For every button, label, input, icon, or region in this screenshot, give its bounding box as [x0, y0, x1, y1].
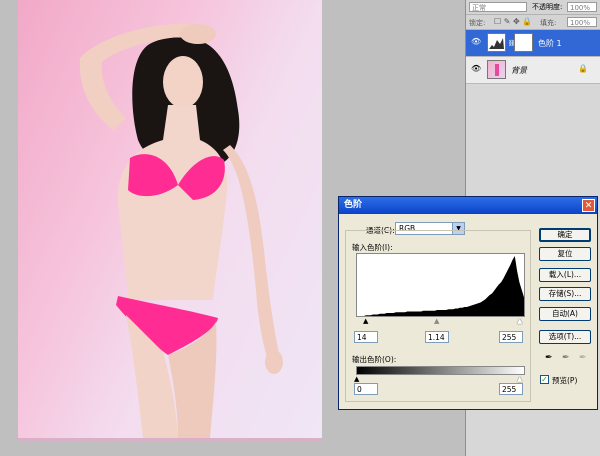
output-white-field[interactable]: 255: [499, 383, 523, 395]
options-button[interactable]: 选项(T)...: [539, 330, 591, 344]
close-button[interactable]: ✕: [582, 199, 595, 212]
mask-thumbnail[interactable]: [514, 33, 533, 52]
preview-label: 预览(P): [552, 376, 578, 385]
load-button[interactable]: 载入(L)...: [539, 268, 591, 282]
reset-button[interactable]: 复位: [539, 247, 591, 261]
output-gradient: [356, 366, 525, 375]
eye-icon[interactable]: 👁: [471, 38, 481, 46]
input-black-field[interactable]: 14: [354, 331, 378, 343]
blend-row: 正常 不透明度: 100%: [466, 0, 600, 15]
document-photo[interactable]: [18, 0, 322, 438]
adjustment-thumbnail: [487, 33, 506, 52]
fill-label: 填充:: [540, 19, 557, 27]
histogram-graph: [357, 256, 524, 316]
model-photo: [79, 23, 283, 438]
output-black-field[interactable]: 0: [354, 383, 378, 395]
levels-dialog: 色阶 ✕ 通道(C): RGB ▼ 输入色阶(I): ▲ ▲ ▲ 14 1.14…: [338, 196, 598, 410]
lock-icon: 🔒: [578, 64, 588, 73]
input-slider-track[interactable]: ▲ ▲ ▲: [356, 317, 525, 326]
opacity-label: 不透明度:: [532, 3, 563, 11]
histogram: [356, 253, 525, 317]
canvas-edge: [18, 438, 322, 442]
background-thumbnail: [487, 60, 506, 79]
output-black-slider[interactable]: ▲: [354, 375, 359, 383]
input-white-field[interactable]: 255: [499, 331, 523, 343]
histogram-area: [357, 256, 524, 316]
lock-icons[interactable]: ☐ ✎ ✥ 🔒: [494, 17, 532, 26]
layer-name[interactable]: 背景: [511, 65, 527, 76]
ok-button[interactable]: 确定: [539, 228, 591, 242]
blend-mode-select[interactable]: 正常: [469, 2, 527, 12]
white-eyedropper-icon[interactable]: ✒: [579, 353, 587, 363]
dialog-titlebar[interactable]: 色阶 ✕: [339, 197, 597, 214]
input-gamma-field[interactable]: 1.14: [425, 331, 449, 343]
eye-icon[interactable]: 👁: [471, 65, 481, 73]
output-levels-label: 输出色阶(O):: [352, 355, 397, 364]
opacity-field[interactable]: 100%: [567, 2, 597, 12]
fill-field[interactable]: 100%: [567, 17, 597, 27]
layer-name[interactable]: 色阶 1: [538, 38, 562, 49]
output-white-slider[interactable]: ▲: [517, 375, 522, 383]
dialog-title: 色阶: [344, 200, 363, 210]
layer-row-background[interactable]: 👁 背景 🔒: [466, 57, 600, 84]
input-levels-label: 输入色阶(I):: [352, 243, 393, 252]
white-point-slider[interactable]: ▲: [517, 317, 522, 325]
black-point-slider[interactable]: ▲: [363, 317, 368, 325]
preview-checkbox[interactable]: ✓: [540, 375, 549, 384]
black-eyedropper-icon[interactable]: ✒: [545, 353, 553, 363]
gray-eyedropper-icon[interactable]: ✒: [562, 353, 570, 363]
auto-button[interactable]: 自动(A): [539, 307, 591, 321]
layer-row-levels[interactable]: 👁 ⛓ 色阶 1: [466, 30, 600, 57]
gamma-slider[interactable]: ▲: [434, 317, 439, 325]
save-button[interactable]: 存储(S)...: [539, 287, 591, 301]
lock-label: 锁定:: [469, 19, 486, 27]
lock-row: 锁定: ☐ ✎ ✥ 🔒 填充: 100%: [466, 15, 600, 30]
